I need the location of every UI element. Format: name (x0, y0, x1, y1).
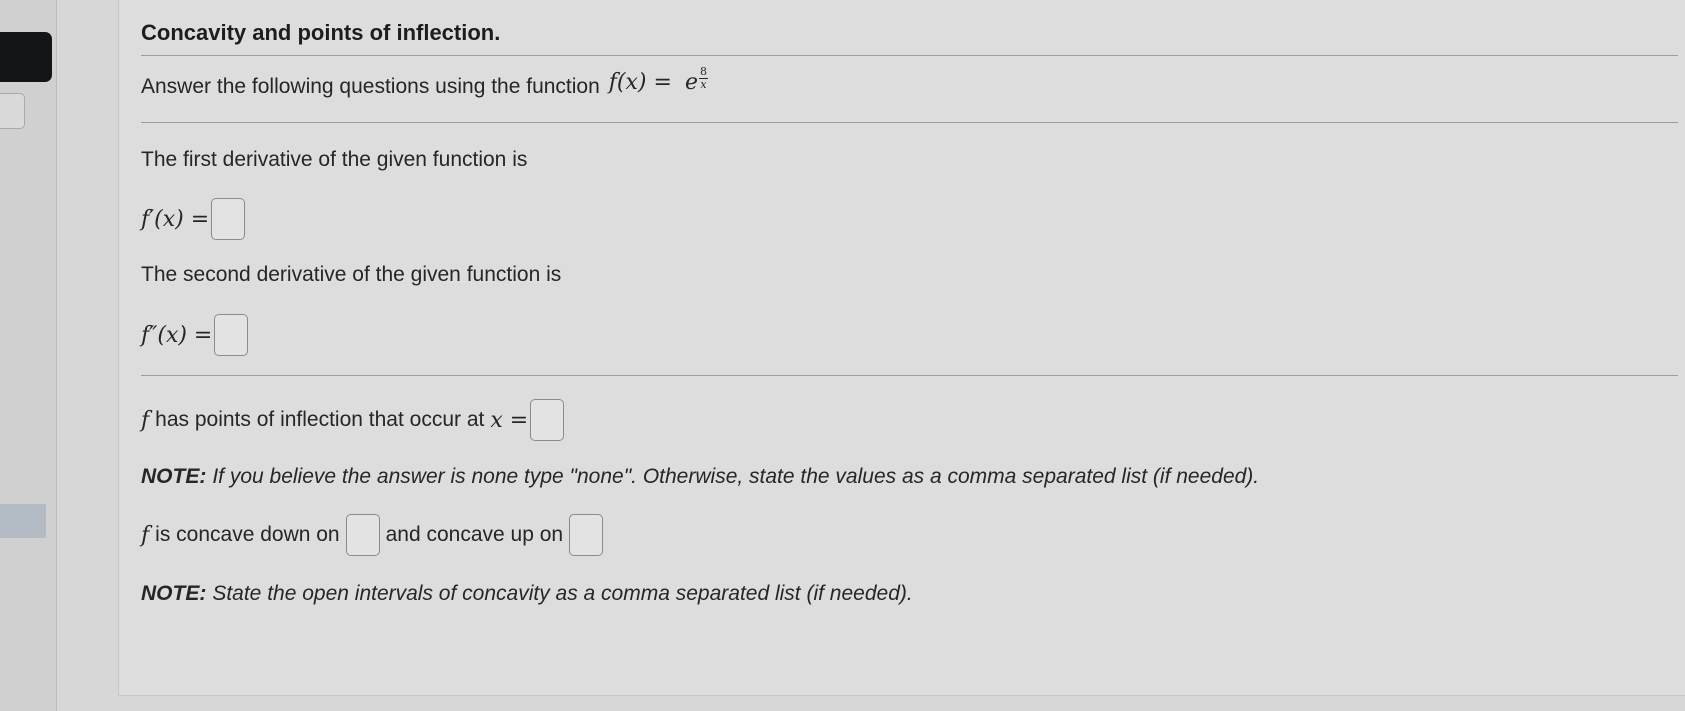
second-derivative-lhs: f″(x) = (141, 322, 213, 348)
first-derivative-lhs: f′(x) = (141, 206, 210, 232)
concavity-note-label: NOTE: (141, 582, 207, 605)
intro-text: Answer the following questions using the… (141, 75, 600, 98)
concavity-note: NOTE: State the open intervals of concav… (141, 582, 913, 606)
second-derivative-row: f″(x) = (141, 314, 249, 356)
inflection-note-text: If you believe the answer is none type "… (212, 465, 1260, 488)
divider (141, 55, 1678, 56)
left-sidebar (0, 0, 57, 711)
sidebar-highlight-bar[interactable] (0, 504, 46, 538)
sidebar-active-tab[interactable] (0, 32, 52, 82)
inflection-note-label: NOTE: (141, 465, 207, 488)
exponent-denominator: x (700, 78, 707, 91)
first-derivative-row: f′(x) = (141, 198, 246, 240)
concave-down-input[interactable] (345, 514, 380, 556)
function-definition: f(x) = e8x (608, 65, 708, 104)
intro-line: Answer the following questions using the… (141, 65, 708, 104)
concavity-f-symbol: f (141, 522, 150, 548)
second-derivative-input[interactable] (214, 314, 249, 356)
question-panel: Concavity and points of inflection. Answ… (118, 0, 1685, 696)
exponent-numerator: 8 (699, 65, 707, 78)
inflection-f-symbol: f (141, 407, 150, 433)
inflection-row: f has points of inflection that occur at… (141, 399, 565, 441)
function-lhs: f(x) = (608, 70, 672, 95)
concave-up-input[interactable] (569, 514, 604, 556)
concave-up-text: and concave up on (385, 523, 564, 546)
concavity-note-text: State the open intervals of concavity as… (212, 582, 913, 605)
divider (141, 375, 1678, 376)
function-base: e (684, 70, 698, 95)
inflection-text: has points of inflection that occur at (155, 408, 485, 431)
first-derivative-input[interactable] (211, 198, 246, 240)
inflection-variable: x = (490, 407, 529, 433)
divider (141, 122, 1678, 123)
first-derivative-prompt: The first derivative of the given functi… (141, 148, 528, 171)
concave-down-text: is concave down on (155, 523, 340, 546)
sidebar-tab[interactable] (0, 93, 25, 129)
concavity-row: f is concave down on and concave up on (141, 514, 604, 556)
inflection-points-input[interactable] (530, 399, 565, 441)
function-exponent: 8x (698, 65, 708, 91)
second-derivative-prompt: The second derivative of the given funct… (141, 263, 562, 286)
inflection-note: NOTE: If you believe the answer is none … (141, 465, 1259, 489)
question-title: Concavity and points of inflection. (141, 20, 501, 45)
